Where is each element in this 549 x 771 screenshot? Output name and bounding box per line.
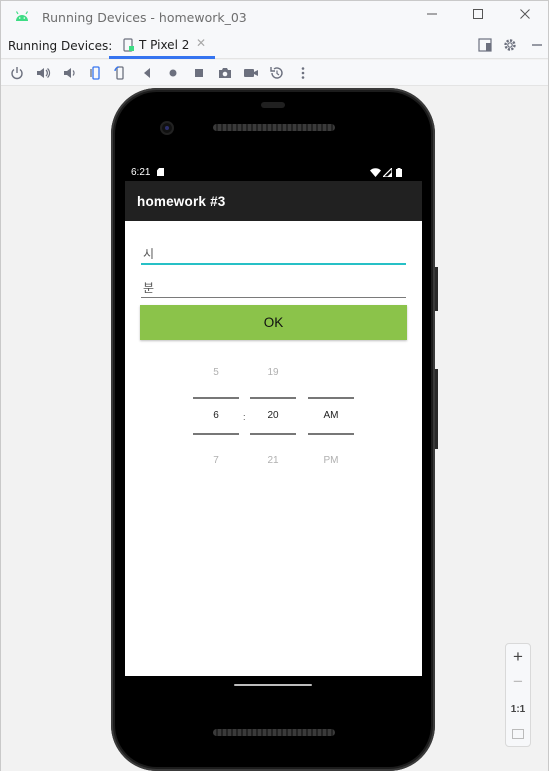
wifi-icon: [370, 168, 381, 177]
status-bar: 6:21: [125, 163, 422, 181]
hour-spinner[interactable]: 5 6: [193, 363, 239, 443]
minute-field-underline: [141, 297, 406, 298]
status-time: 6:21: [131, 167, 151, 178]
zoom-in-button[interactable]: +: [506, 647, 530, 667]
tab-close-icon[interactable]: ✕: [196, 36, 206, 50]
minute-prev[interactable]: 19: [250, 367, 296, 378]
ampm-next[interactable]: PM: [308, 455, 354, 466]
maximize-icon[interactable]: [468, 7, 488, 27]
minimize-panel-icon[interactable]: [529, 37, 545, 53]
minute-next[interactable]: 21: [250, 455, 296, 466]
navigation-bar: [125, 676, 422, 709]
device-screen[interactable]: 6:21 homework #3 시 분 OK 5 6 7: 19 20 21…: [125, 163, 422, 676]
cell-signal-icon: [383, 168, 392, 177]
front-camera-icon: [160, 121, 174, 135]
hour-next-wrap: 7: [193, 455, 239, 469]
screen-record-icon[interactable]: [243, 65, 259, 81]
close-icon[interactable]: [515, 7, 535, 27]
side-button-power: [435, 267, 438, 311]
rotate-left-icon[interactable]: [87, 65, 103, 81]
zoom-out-button[interactable]: −: [506, 672, 530, 692]
time-separator: :: [243, 412, 246, 422]
volume-up-icon[interactable]: [35, 65, 51, 81]
minute-hint: 분: [143, 281, 155, 295]
ampm-selected[interactable]: AM: [308, 410, 354, 421]
layout-icon[interactable]: [477, 37, 493, 53]
home-gesture-handle[interactable]: [234, 684, 312, 686]
phone-earpiece: [261, 102, 285, 108]
power-icon[interactable]: [9, 65, 25, 81]
gear-icon[interactable]: [502, 37, 518, 53]
hour-divider-top: [193, 397, 239, 399]
app-title: homework #3: [137, 194, 226, 209]
side-button-volume: [435, 369, 438, 449]
device-phone-icon: [123, 38, 134, 52]
battery-icon: [396, 168, 402, 177]
overview-icon[interactable]: [191, 65, 207, 81]
hour-field-underline: [141, 263, 406, 265]
tab-pixel-2[interactable]: T Pixel 2 ✕: [109, 33, 215, 59]
device-tabs-bar: Running Devices: T Pixel 2 ✕: [1, 33, 548, 59]
window-title: Running Devices - homework_03: [42, 10, 247, 25]
top-speaker-grille: [213, 124, 335, 131]
ampm-next-wrap: PM: [308, 455, 354, 469]
device-toolbar: [1, 60, 548, 86]
minute-field[interactable]: 분: [141, 276, 406, 300]
hour-hint: 시: [143, 247, 155, 261]
snapshot-history-icon[interactable]: [269, 65, 285, 81]
ok-button[interactable]: OK: [140, 305, 407, 340]
title-bar: Running Devices - homework_03: [1, 1, 548, 33]
app-bar: homework #3: [125, 181, 422, 221]
volume-down-icon[interactable]: [61, 65, 77, 81]
back-icon[interactable]: [139, 65, 155, 81]
hour-field[interactable]: 시: [141, 241, 406, 267]
hour-prev[interactable]: 5: [193, 367, 239, 378]
sd-card-icon: [157, 168, 164, 176]
screenshot-icon[interactable]: [217, 65, 233, 81]
minimize-icon[interactable]: [422, 7, 442, 27]
more-options-icon[interactable]: [295, 65, 311, 81]
running-devices-window: Running Devices - homework_03 Running De…: [0, 0, 549, 771]
bottom-speaker-grille: [213, 729, 335, 736]
android-icon: [15, 11, 29, 21]
home-icon[interactable]: [165, 65, 181, 81]
minute-selected[interactable]: 20: [250, 410, 296, 421]
hour-next[interactable]: 7: [193, 455, 239, 466]
hour-selected[interactable]: 6: [193, 410, 239, 421]
hour-divider-bottom: [193, 433, 239, 435]
zoom-fit-icon[interactable]: [512, 729, 524, 739]
minute-divider-top: [250, 397, 296, 399]
ampm-spinner[interactable]: AM: [308, 363, 354, 443]
minute-next-wrap: 21: [250, 455, 296, 469]
zoom-controls: + − 1:1: [505, 643, 531, 747]
ampm-divider-top: [308, 397, 354, 399]
tab-label: T Pixel 2: [139, 38, 190, 52]
running-devices-label: Running Devices:: [8, 39, 113, 53]
ampm-divider-bottom: [308, 433, 354, 435]
zoom-actual-size-button[interactable]: 1:1: [506, 704, 530, 715]
minute-spinner[interactable]: 19 20: [250, 363, 296, 443]
rotate-right-icon[interactable]: [113, 65, 129, 81]
minute-divider-bottom: [250, 433, 296, 435]
